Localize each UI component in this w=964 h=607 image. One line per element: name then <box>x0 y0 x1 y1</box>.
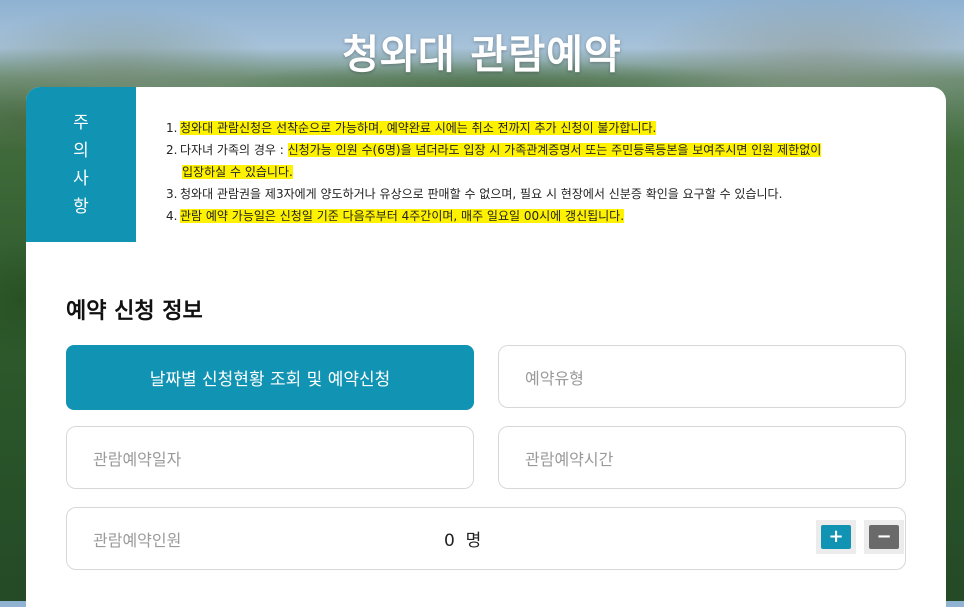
notice-tab: 주 의 사 항 <box>26 87 136 242</box>
notice-tab-char: 사 <box>73 168 89 189</box>
reservation-type-placeholder: 예약유형 <box>525 368 584 388</box>
visit-date-placeholder: 관람예약일자 <box>93 449 182 469</box>
notice-text-highlight: 관람 예약 가능일은 신청일 기준 다음주부터 4주간이며, 매주 일요일 00… <box>180 209 625 223</box>
notice-text-highlight: 입장하실 수 있습니다. <box>182 165 293 179</box>
visit-time-field[interactable]: 관람예약시간 <box>498 426 906 489</box>
status-lookup-button[interactable]: 날짜별 신청현황 조회 및 예약신청 <box>66 345 474 410</box>
reservation-card: 주 의 사 항 1. 청와대 관람신청은 선착순으로 가능하며, 예약완료 시에… <box>26 87 946 607</box>
visitor-count-field: 관람예약인원 0 명 + − <box>66 507 906 570</box>
notice-item: 4. 관람 예약 가능일은 신청일 기준 다음주부터 4주간이며, 매주 일요일… <box>166 209 625 223</box>
visitor-count-value: 0 명 <box>444 531 482 551</box>
visitor-count-label: 관람예약인원 <box>93 530 182 550</box>
notice-item-continuation: 입장하실 수 있습니다. <box>166 161 926 183</box>
notice-tab-char: 주 <box>73 112 89 133</box>
decrease-count-button[interactable]: − <box>869 525 899 549</box>
section-title: 예약 신청 정보 <box>66 299 203 324</box>
notice-list: 1. 청와대 관람신청은 선착순으로 가능하며, 예약완료 시에는 취소 전까지… <box>166 117 926 227</box>
visit-time-placeholder: 관람예약시간 <box>525 449 614 469</box>
notice-item: 1. 청와대 관람신청은 선착순으로 가능하며, 예약완료 시에는 취소 전까지… <box>166 121 657 135</box>
notice-tab-char: 항 <box>73 196 89 217</box>
page-title: 청와대 관람예약 <box>342 32 622 78</box>
visit-date-field[interactable]: 관람예약일자 <box>66 426 474 489</box>
notice-text: 청와대 관람신청은 선착순으로 가능하며, 예약완료 시에는 취소 전까지 추가… <box>180 121 657 135</box>
notice-item: 3. 청와대 관람권을 제3자에게 양도하거나 유상으로 판매할 수 없으며, … <box>166 187 783 201</box>
notice-text: 다자녀 가족의 경우 : <box>180 143 288 157</box>
notice-text: 청와대 관람권을 제3자에게 양도하거나 유상으로 판매할 수 없으며, 필요 … <box>180 187 783 201</box>
increase-count-button[interactable]: + <box>821 525 851 549</box>
notice-item: 2. 다자녀 가족의 경우 : 신청가능 인원 수(6명)을 넘더라도 입장 시… <box>166 143 822 157</box>
notice-text-highlight: 신청가능 인원 수(6명)을 넘더라도 입장 시 가족관계증명서 또는 주민등록… <box>287 143 822 157</box>
reservation-type-field[interactable]: 예약유형 <box>498 345 906 408</box>
notice-tab-char: 의 <box>73 140 89 161</box>
